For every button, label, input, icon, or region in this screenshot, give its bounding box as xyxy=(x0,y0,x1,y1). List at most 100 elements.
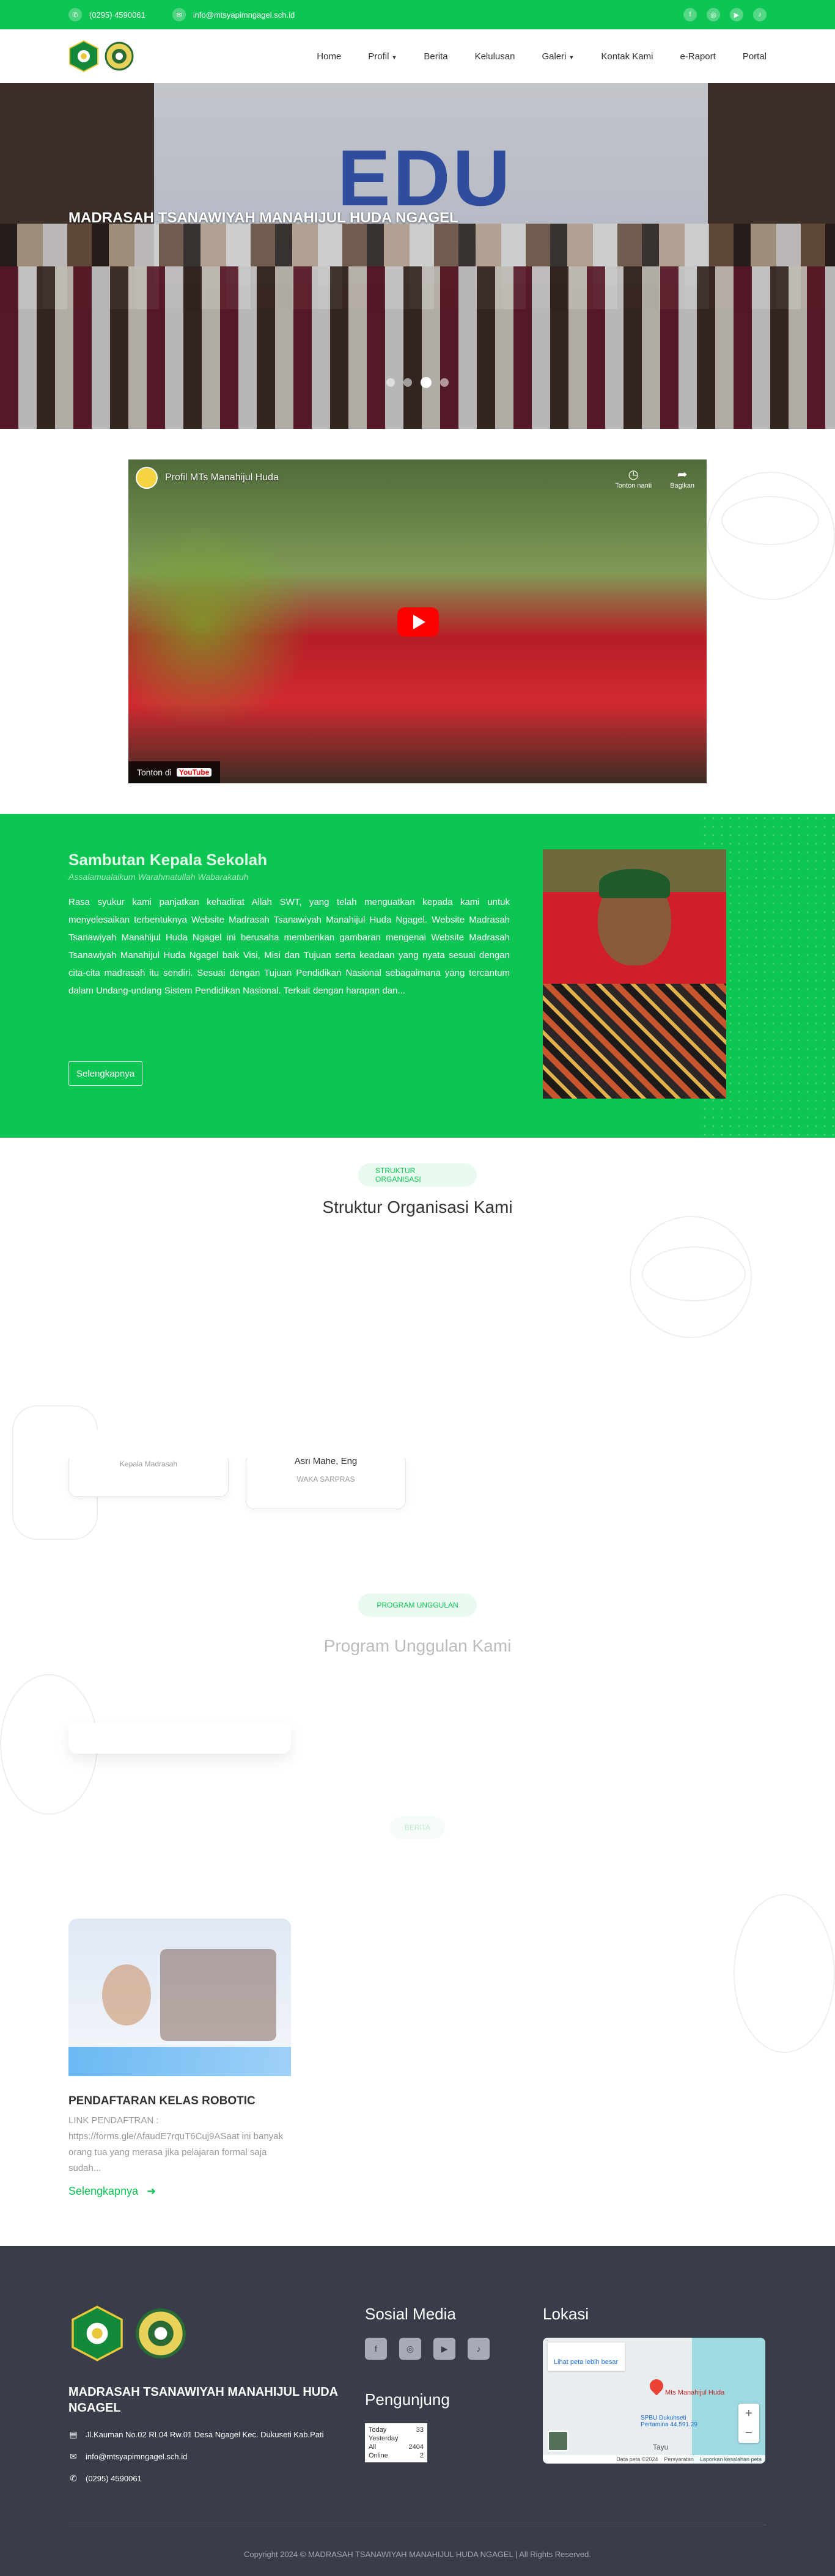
footer-logos xyxy=(68,2305,189,2362)
phone-icon: ✆ xyxy=(68,8,82,21)
counter-label: Online xyxy=(369,2452,388,2459)
facebook-icon[interactable]: f xyxy=(683,8,697,21)
visitor-heading: Pengunjung xyxy=(365,2390,450,2409)
nav-eraport[interactable]: e-Raport xyxy=(680,51,715,62)
nav-kontak[interactable]: Kontak Kami xyxy=(601,51,653,62)
map-layer-thumbnail[interactable] xyxy=(548,2431,568,2451)
program-card[interactable] xyxy=(68,1723,291,1754)
berita-badge: BERITA xyxy=(390,1816,445,1839)
nav-berita[interactable]: Berita xyxy=(424,51,447,62)
map-attribution: Data peta ©2024 Persyaratan Laporkan kes… xyxy=(543,2455,765,2464)
email-contact[interactable]: ✉ info@mtsyapimngagel.sch.id xyxy=(172,8,295,21)
org-card-role: Kepala Madrasah xyxy=(119,1460,178,1468)
sambutan-section: Sambutan Kepala Sekolah Assalamualaikum … xyxy=(0,814,835,1138)
watch-later-label: Tonton nanti xyxy=(615,482,652,489)
tiktok-icon[interactable]: ♪ xyxy=(753,8,767,21)
nav-profil[interactable]: Profil ▼ xyxy=(368,51,397,62)
carousel-dot[interactable] xyxy=(440,378,449,387)
youtube-embed[interactable]: Profil MTs Manahijul Huda ◷ Tonton nanti … xyxy=(128,459,707,783)
madrasah-logo[interactable] xyxy=(68,40,99,73)
video-title[interactable]: Profil MTs Manahijul Huda xyxy=(136,467,279,489)
school-logo xyxy=(136,2308,186,2358)
news-image-group xyxy=(160,1949,276,2041)
instagram-icon[interactable]: ◎ xyxy=(399,2338,421,2360)
address-text: Jl.Kauman No.02 RL04 Rw.01 Desa Ngagel K… xyxy=(86,2430,324,2439)
sambutan-text: Rasa syukur kami panjatkan kehadirat All… xyxy=(68,897,510,996)
top-socials: f ◎ ▶ ♪ xyxy=(683,8,767,21)
phone-contact[interactable]: ✆ (0295) 4590061 xyxy=(68,8,145,21)
org-card[interactable]: Kepala Madrasah xyxy=(68,1453,229,1497)
map-poi: SPBU Dukuhseti Pertamina 44.591.29 xyxy=(641,2415,697,2428)
madrasah-logo xyxy=(72,2305,123,2362)
molecule-decoration xyxy=(734,1894,835,2053)
map-terms-link[interactable]: Persyaratan xyxy=(664,2456,694,2462)
footer-email[interactable]: ✉ info@mtsyapimngagel.sch.id xyxy=(68,2451,187,2462)
tiktok-icon[interactable]: ♪ xyxy=(468,2338,490,2360)
zoom-in-icon[interactable]: + xyxy=(745,2407,752,2421)
nav-portal[interactable]: Portal xyxy=(743,51,767,62)
sambutan-salam: Assalamualaikum Warahmatullah Wabarakatu… xyxy=(68,872,249,882)
copyright: Copyright 2024 © MADRASAH TSANAWIYAH MAN… xyxy=(243,2550,592,2559)
location-heading: Lokasi xyxy=(543,2305,589,2323)
counter-row: Yesterday xyxy=(369,2434,424,2443)
top-bar: ✆ (0295) 4590061 ✉ info@mtsyapimngagel.s… xyxy=(0,0,835,29)
program-title: Program Unggulan Kami xyxy=(323,1636,512,1655)
org-card-role: WAKA SARPRAS xyxy=(296,1475,355,1484)
counter-label: All xyxy=(369,2443,377,2451)
map-attribution-data: Data peta ©2024 xyxy=(616,2456,658,2462)
nav-links: Home Profil ▼ Berita Kelulusan Galeri ▼ Ko… xyxy=(317,51,767,62)
google-map[interactable]: Mts Manahijul Huda Lihat peta lebih besa… xyxy=(543,2338,765,2464)
nav-home[interactable]: Home xyxy=(317,51,341,62)
footer-socials: f ◎ ▶ ♪ xyxy=(365,2338,490,2360)
hero-carousel[interactable]: EDU MADRASAH TSANAWIYAH MANAHIJUL HUDA N… xyxy=(0,83,835,429)
email-text: info@mtsyapimngagel.sch.id xyxy=(193,10,295,20)
photo-batik-shirt xyxy=(543,984,726,1099)
news-image-person xyxy=(102,1964,151,2025)
carousel-dot[interactable] xyxy=(403,378,412,387)
counter-value: 2 xyxy=(419,2452,424,2459)
news-readmore-link[interactable]: Selengkapnya ➜ xyxy=(68,2185,291,2198)
counter-label: Yesterday xyxy=(369,2435,399,2442)
facebook-icon[interactable]: f xyxy=(365,2338,387,2360)
share-button[interactable]: ➦ Bagikan xyxy=(670,467,694,489)
org-card[interactable]: Asri Mahe, Eng WAKA SARPRAS xyxy=(246,1454,406,1509)
nav-kelulusan[interactable]: Kelulusan xyxy=(475,51,515,62)
map-town: Tayu xyxy=(653,2443,669,2451)
watch-on-youtube[interactable]: Tonton di YouTube xyxy=(128,761,221,783)
video-controls: ◷ Tonton nanti ➦ Bagikan xyxy=(615,467,694,489)
headmaster-photo xyxy=(543,849,726,1099)
counter-row: Online 2 xyxy=(369,2451,424,2460)
struktur-title: Struktur Organisasi Kami xyxy=(322,1198,513,1217)
atom-decoration xyxy=(642,1246,746,1301)
news-excerpt: LINK PENDAFTRAN : https://forms.gle/Afau… xyxy=(68,2115,284,2173)
map-zoom-controls: + − xyxy=(738,2404,759,2443)
nav-galeri-label: Galeri xyxy=(542,51,567,62)
carousel-indicators xyxy=(386,377,449,388)
footer-phone[interactable]: ✆ (0295) 4590061 xyxy=(68,2473,142,2484)
watch-later-button[interactable]: ◷ Tonton nanti xyxy=(615,467,652,489)
program-badge: PROGRAM UNGGULAN xyxy=(358,1594,477,1617)
map-larger-link[interactable]: Lihat peta lebih besar xyxy=(554,2358,619,2366)
carousel-dot[interactable] xyxy=(386,378,395,387)
sambutan-readmore-button[interactable]: Selengkapnya xyxy=(68,1061,143,1086)
chevron-down-icon: ▼ xyxy=(568,54,575,60)
youtube-icon[interactable]: ▶ xyxy=(730,8,743,21)
youtube-icon[interactable]: ▶ xyxy=(433,2338,455,2360)
visitor-counter: Today 33 Yesterday All 2404 Online 2 xyxy=(365,2423,427,2462)
phone-text: (0295) 4590061 xyxy=(89,10,145,20)
play-button[interactable] xyxy=(397,607,439,637)
zoom-out-icon[interactable]: − xyxy=(745,2426,752,2440)
map-report-link[interactable]: Laporkan kesalahan peta xyxy=(700,2456,762,2462)
instagram-icon[interactable]: ◎ xyxy=(707,8,720,21)
footer-email-text: info@mtsyapimngagel.sch.id xyxy=(86,2452,188,2461)
arrow-right-icon: ➜ xyxy=(147,2185,156,2197)
building-icon: ▤ xyxy=(69,2429,78,2439)
news-card[interactable]: PENDAFTARAN KELAS ROBOTIC LINK PENDAFTRA… xyxy=(68,1919,291,2198)
school-logo[interactable] xyxy=(104,40,134,73)
news-title[interactable]: PENDAFTARAN KELAS ROBOTIC xyxy=(68,2095,291,2108)
video-title-text: Profil MTs Manahijul Huda xyxy=(165,472,279,483)
map-pin-label: Mts Manahijul Huda xyxy=(665,2389,725,2396)
carousel-dot-active[interactable] xyxy=(421,377,432,388)
counter-row: Today 33 xyxy=(369,2426,424,2434)
nav-galeri[interactable]: Galeri ▼ xyxy=(542,51,574,62)
